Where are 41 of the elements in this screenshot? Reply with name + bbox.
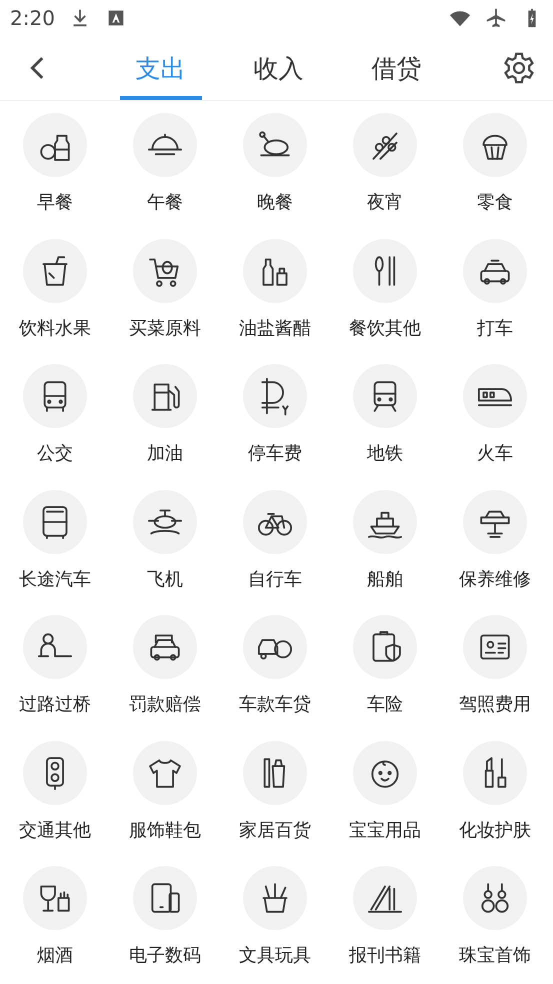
category-button[interactable]: 车险	[330, 611, 440, 736]
category-button[interactable]: 晚餐	[220, 109, 330, 234]
category-button[interactable]: 宝宝用品	[330, 736, 440, 862]
status-time: 2:20	[10, 6, 55, 30]
category-button[interactable]: 长途汽车	[0, 486, 110, 611]
category-button[interactable]: 夜宵	[330, 109, 440, 234]
category-button[interactable]: 家居百货	[220, 736, 330, 862]
settings-button[interactable]	[501, 50, 537, 86]
category-button[interactable]: 午餐	[110, 109, 220, 234]
category-button[interactable]: 电子数码	[110, 862, 220, 984]
category-button[interactable]: 过路过桥	[0, 611, 110, 736]
tab[interactable]: 收入	[238, 36, 320, 100]
category-button[interactable]: 饮料水果	[0, 234, 110, 360]
category-button[interactable]: 飞机	[110, 486, 220, 611]
category-button[interactable]: 地铁	[330, 360, 440, 486]
category-button[interactable]: 报刊书籍	[330, 862, 440, 984]
category-button[interactable]: 自行车	[220, 486, 330, 611]
category-button[interactable]: 车款车贷	[220, 611, 330, 736]
category-button[interactable]: 油盐酱醋	[220, 234, 330, 360]
category-button[interactable]: 保养维修	[440, 486, 550, 611]
category-button[interactable]: 餐饮其他	[330, 234, 440, 360]
category-button[interactable]: 火车	[440, 360, 550, 486]
category-button[interactable]: 驾照费用	[440, 611, 550, 736]
category-button[interactable]: 船舶	[330, 486, 440, 611]
category-button[interactable]: 买菜原料	[110, 234, 220, 360]
category-button[interactable]: 停车费	[220, 360, 330, 486]
category-button[interactable]: 公交	[0, 360, 110, 486]
category-button[interactable]: 文具玩具	[220, 862, 330, 984]
category-button[interactable]: 服饰鞋包	[110, 736, 220, 862]
category-button[interactable]: 罚款赔偿	[110, 611, 220, 736]
category-button[interactable]: 早餐	[0, 109, 110, 234]
settings-icon	[502, 51, 536, 85]
category-button[interactable]: 打车	[440, 234, 550, 360]
category-button[interactable]: 烟酒	[0, 862, 110, 984]
category-button[interactable]: 珠宝首饰	[440, 862, 550, 984]
category-button[interactable]: 交通其他	[0, 736, 110, 862]
tab[interactable]: 借贷	[356, 36, 438, 100]
airplane-mode-icon	[485, 7, 507, 29]
category-button[interactable]: 加油	[110, 360, 220, 486]
category-button[interactable]: 化妆护肤	[440, 736, 550, 862]
category-button[interactable]: 零食	[440, 109, 550, 234]
